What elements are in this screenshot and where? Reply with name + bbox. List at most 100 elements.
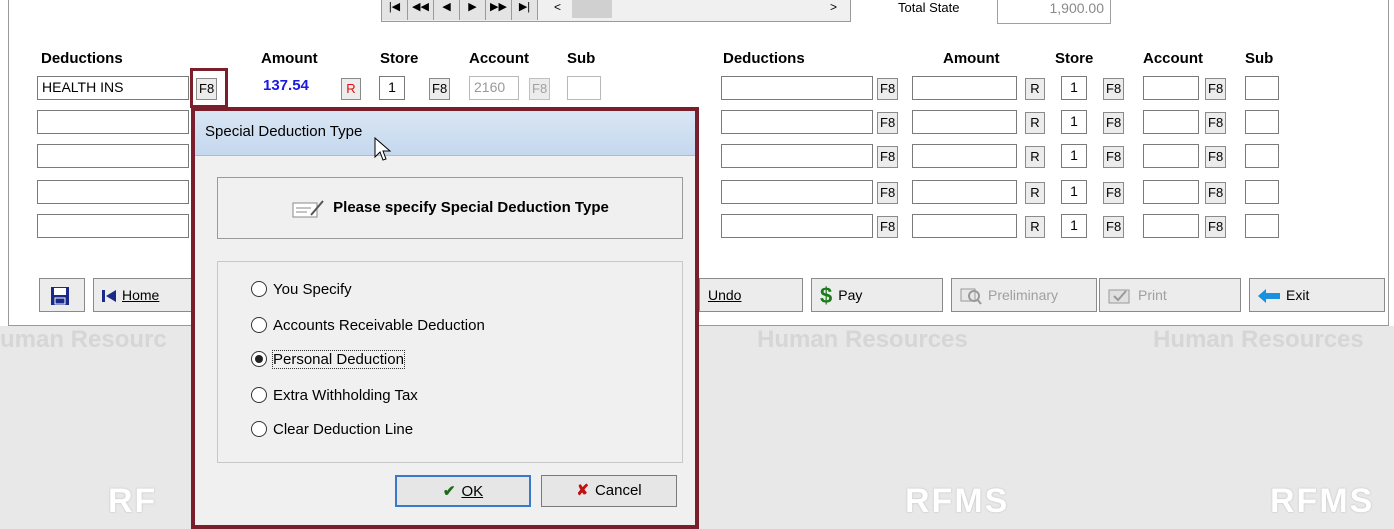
deduction-field[interactable]	[37, 180, 189, 204]
amount-field-right[interactable]	[912, 76, 1017, 100]
scroll-left-icon[interactable]: <	[554, 0, 561, 14]
deduction-field-right[interactable]	[721, 110, 873, 134]
first-record-icon[interactable]: |◀	[382, 0, 408, 20]
record-navigator[interactable]: |◀ ◀◀ ◀ ▶ ▶▶ ▶| < >	[381, 0, 851, 22]
account-field-right[interactable]	[1143, 110, 1199, 134]
scroll-thumb[interactable]	[572, 0, 612, 18]
preliminary-button[interactable]: Preliminary	[951, 278, 1097, 312]
dialog-header: Please specify Special Deduction Type	[217, 177, 683, 239]
account-lookup-button-right[interactable]: F8	[1205, 112, 1227, 134]
amount-value[interactable]: 137.54	[263, 77, 309, 94]
store-lookup-button-right[interactable]: F8	[1103, 112, 1125, 134]
account-lookup-button-right[interactable]: F8	[1205, 216, 1227, 238]
deduction-lookup-button-right[interactable]: F8	[877, 216, 899, 238]
radio-icon	[251, 421, 267, 437]
account-field[interactable]: 2160	[469, 76, 519, 100]
exit-button[interactable]: Exit	[1249, 278, 1385, 312]
deduction-field-right[interactable]	[721, 76, 873, 100]
deduction-field-right[interactable]	[721, 214, 873, 238]
deduction-field-right[interactable]	[721, 180, 873, 204]
radio-icon	[251, 317, 267, 333]
account-lookup-button-right[interactable]: F8	[1205, 182, 1227, 204]
recurring-button-right[interactable]: R	[1025, 182, 1045, 204]
store-lookup-button-right[interactable]: F8	[1103, 182, 1125, 204]
amount-field-right[interactable]	[912, 110, 1017, 134]
deduction-lookup-button-right[interactable]: F8	[877, 182, 899, 204]
store-field-right[interactable]: 1	[1061, 110, 1087, 134]
store-field-right[interactable]: 1	[1061, 214, 1087, 238]
store-lookup-button[interactable]: F8	[429, 78, 451, 100]
ok-button[interactable]: ✔ OK	[395, 475, 531, 507]
radio-clear-deduction-line[interactable]: Clear Deduction Line	[251, 421, 413, 438]
recurring-button-right[interactable]: R	[1025, 146, 1045, 168]
account-field-right[interactable]	[1143, 180, 1199, 204]
recurring-button-right[interactable]: R	[1025, 216, 1045, 238]
deduction-field-right[interactable]	[721, 144, 873, 168]
header-account-right: Account	[1143, 50, 1203, 67]
exit-arrow-icon	[1258, 289, 1280, 304]
store-field-right[interactable]: 1	[1061, 76, 1087, 100]
sub-field-right[interactable]	[1245, 144, 1279, 168]
first-record-icon	[102, 290, 116, 303]
prev-page-icon[interactable]: ◀◀	[408, 0, 434, 20]
deduction-field[interactable]	[37, 214, 189, 238]
account-field-right[interactable]	[1143, 214, 1199, 238]
next-page-icon[interactable]: ▶▶	[486, 0, 512, 20]
radio-extra-withholding[interactable]: Extra Withholding Tax	[251, 387, 418, 404]
pay-button[interactable]: $ Pay	[811, 278, 943, 312]
sub-field-right[interactable]	[1245, 110, 1279, 134]
deduction-lookup-button-right[interactable]: F8	[877, 146, 899, 168]
header-store-right: Store	[1055, 50, 1094, 67]
sub-field-right[interactable]	[1245, 76, 1279, 100]
radio-you-specify[interactable]: You Specify	[251, 281, 352, 298]
next-record-icon[interactable]: ▶	[460, 0, 486, 20]
recurring-button[interactable]: R	[341, 78, 361, 100]
store-field-right[interactable]: 1	[1061, 144, 1087, 168]
undo-button[interactable]: Undo	[699, 278, 803, 312]
recurring-button-right[interactable]: R	[1025, 112, 1045, 134]
radio-personal-deduction[interactable]: Personal Deduction	[251, 350, 405, 369]
store-lookup-button-right[interactable]: F8	[1103, 146, 1125, 168]
account-lookup-button[interactable]: F8	[529, 78, 551, 100]
header-sub-right: Sub	[1245, 50, 1274, 67]
print-button[interactable]: Print	[1099, 278, 1241, 312]
store-lookup-button-right[interactable]: F8	[1103, 216, 1125, 238]
deduction-field[interactable]	[37, 144, 189, 168]
sub-field-right[interactable]	[1245, 214, 1279, 238]
last-record-icon[interactable]: ▶|	[512, 0, 538, 20]
watermark-text: uman Resourc	[0, 326, 167, 353]
deduction-lookup-button-right[interactable]: F8	[877, 112, 899, 134]
deduction-field[interactable]	[37, 110, 189, 134]
store-field[interactable]: 1	[379, 76, 405, 100]
prev-record-icon[interactable]: ◀	[434, 0, 460, 20]
highlight-box	[190, 68, 228, 108]
amount-field-right[interactable]	[912, 180, 1017, 204]
save-button[interactable]	[39, 278, 85, 312]
x-icon: ✘	[576, 482, 589, 499]
dialog-title: Special Deduction Type	[195, 111, 695, 156]
radio-icon	[251, 387, 267, 403]
store-field-right[interactable]: 1	[1061, 180, 1087, 204]
account-field-right[interactable]	[1143, 76, 1199, 100]
sub-field-right[interactable]	[1245, 180, 1279, 204]
header-sub-left: Sub	[567, 50, 596, 67]
account-lookup-button-right[interactable]: F8	[1205, 146, 1227, 168]
scroll-right-icon[interactable]: >	[830, 0, 837, 14]
recurring-button-right[interactable]: R	[1025, 78, 1045, 100]
deduction-field[interactable]: HEALTH INS	[37, 76, 189, 100]
account-lookup-button-right[interactable]: F8	[1205, 78, 1227, 100]
amount-field-right[interactable]	[912, 214, 1017, 238]
deduction-lookup-button-right[interactable]: F8	[877, 78, 899, 100]
cancel-button[interactable]: ✘ Cancel	[541, 475, 677, 507]
mouse-cursor-icon	[374, 137, 392, 161]
watermark-logo: RFMS	[905, 482, 1010, 520]
home-button[interactable]: Home	[93, 278, 193, 312]
radio-icon	[251, 281, 267, 297]
header-amount-left: Amount	[261, 50, 318, 67]
sub-field[interactable]	[567, 76, 601, 100]
amount-field-right[interactable]	[912, 144, 1017, 168]
store-lookup-button-right[interactable]: F8	[1103, 78, 1125, 100]
watermark-text: Human Resources	[757, 326, 968, 353]
account-field-right[interactable]	[1143, 144, 1199, 168]
radio-accounts-receivable[interactable]: Accounts Receivable Deduction	[251, 317, 485, 334]
